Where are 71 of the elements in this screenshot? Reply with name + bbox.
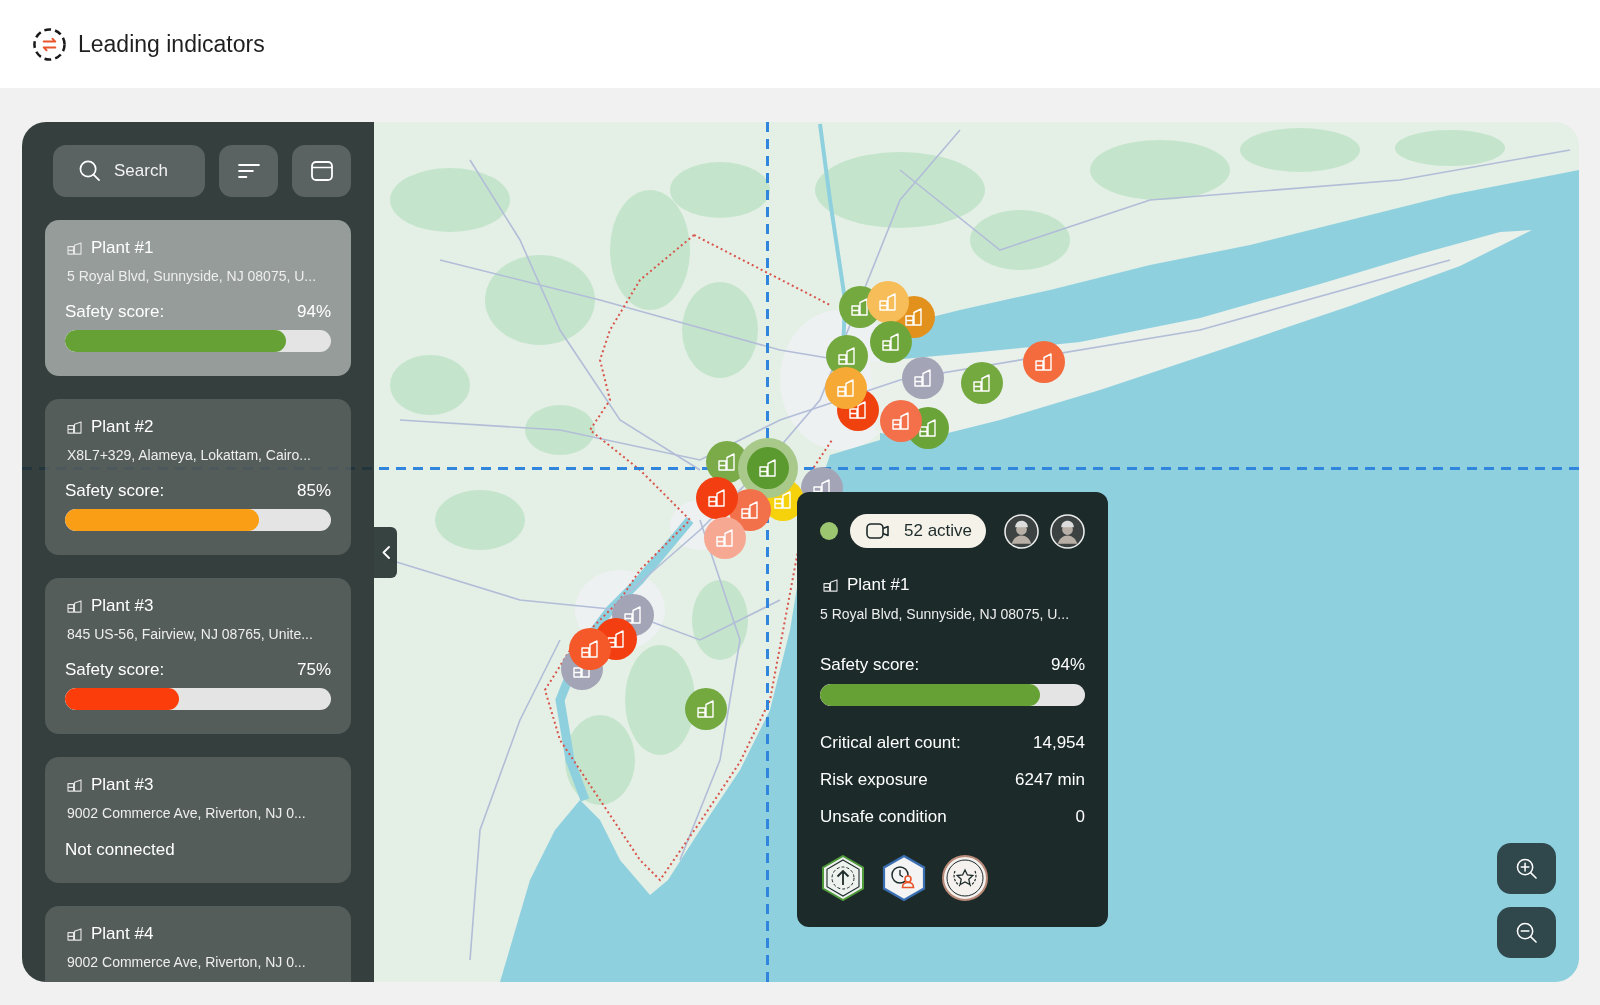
score-label: Safety score: (820, 654, 920, 676)
hexagon-clock-person-badge-icon (881, 855, 927, 901)
metric-value: 6247 min (1015, 769, 1085, 791)
collapse-button[interactable] (374, 527, 397, 578)
plant-marker-icon[interactable] (870, 321, 912, 363)
plant-card[interactable]: Plant #3 9002 Commerce Ave, Riverton, NJ 0... Not connected (45, 757, 351, 883)
plant-marker-icon[interactable] (961, 362, 1003, 404)
plant-address: 9002 Commerce Ave, Riverton, NJ 0... (66, 804, 307, 822)
calendar-button[interactable] (292, 145, 351, 197)
plant-card[interactable]: Plant #4 9002 Commerce Ave, Riverton, NJ 0... (45, 906, 351, 982)
metric-label: Unsafe condition (820, 806, 947, 828)
plant-address: X8L7+329, Alameya, Lokattam, Cairo... (66, 446, 312, 464)
score-value: 75% (296, 659, 331, 681)
zoom-out-icon (1516, 922, 1537, 943)
score-label: Safety score: (65, 301, 165, 323)
search-icon (79, 160, 100, 181)
plant-marker-icon[interactable] (685, 688, 727, 730)
plant-address: 5 Royal Blvd, Sunnyside, NJ 08075, U... (820, 605, 1071, 623)
star-wreath-badge-icon (942, 855, 988, 901)
building-icon (67, 420, 82, 434)
plant-marker-icon[interactable] (880, 400, 922, 442)
search-field[interactable]: Search (53, 145, 205, 197)
zoom-in-icon (1516, 858, 1537, 879)
plant-marker-icon[interactable] (696, 477, 738, 519)
plant-marker-icon[interactable] (867, 281, 909, 323)
avatar-icon (1004, 513, 1039, 549)
building-icon (67, 241, 82, 255)
building-icon (67, 778, 82, 792)
building-icon (823, 578, 838, 592)
plant-marker-icon[interactable] (825, 367, 867, 409)
sort-lines-icon (237, 163, 260, 179)
page-title: Leading indicators (78, 30, 265, 58)
calendar-icon (310, 161, 333, 181)
plant-card[interactable]: Plant #3 845 US-56, Fairview, NJ 08765, Unite... Safety score: 75% (45, 578, 351, 734)
plant-name: Plant #2 (91, 417, 154, 437)
chevron-left-icon (381, 546, 390, 559)
building-icon (67, 599, 82, 613)
score-label: Safety score: (65, 480, 165, 502)
score-value: 94% (296, 301, 331, 323)
plant-marker-icon[interactable] (1023, 341, 1065, 383)
building-icon (67, 927, 82, 941)
swap-arrows-logo-icon (33, 27, 66, 61)
metric-label: Critical alert count: (820, 732, 961, 754)
plant-marker-icon[interactable] (738, 438, 798, 498)
zoom-in-button[interactable] (1497, 843, 1556, 894)
video-camera-icon (866, 523, 890, 539)
plant-name: Plant #1 (91, 238, 154, 258)
plant-name: Plant #4 (91, 924, 154, 944)
plant-name: Plant #3 (91, 596, 154, 616)
sort-button[interactable] (219, 145, 278, 197)
connection-status: Not connected (65, 839, 176, 861)
plant-address: 5 Royal Blvd, Sunnyside, NJ 08075, U... (66, 267, 318, 285)
hexagon-arrow-badge-icon (820, 855, 866, 901)
score-value: 85% (296, 480, 331, 502)
plant-address: 9002 Commerce Ave, Riverton, NJ 0... (66, 953, 307, 971)
metric-label: Risk exposure (820, 769, 928, 791)
avatar-icon (1050, 513, 1085, 549)
zoom-out-button[interactable] (1497, 907, 1556, 958)
plant-marker-icon[interactable] (902, 357, 944, 399)
plant-address: 845 US-56, Fairview, NJ 08765, Unite... (66, 625, 314, 643)
score-label: Safety score: (65, 659, 165, 681)
score-value: 94% (1050, 654, 1085, 676)
metric-value: 14,954 (1033, 732, 1085, 754)
plant-marker-icon[interactable] (569, 628, 611, 670)
camera-count: 52 active (904, 521, 973, 541)
plant-card[interactable]: Plant #2 X8L7+329, Alameya, Lokattam, Cairo... Safety score: 85% (45, 399, 351, 555)
forest-area (525, 405, 595, 455)
plant-name: Plant #3 (91, 775, 154, 795)
plant-marker-icon[interactable] (704, 517, 746, 559)
metric-value: 0 (1075, 806, 1085, 828)
plant-name: Plant #1 (847, 575, 910, 595)
